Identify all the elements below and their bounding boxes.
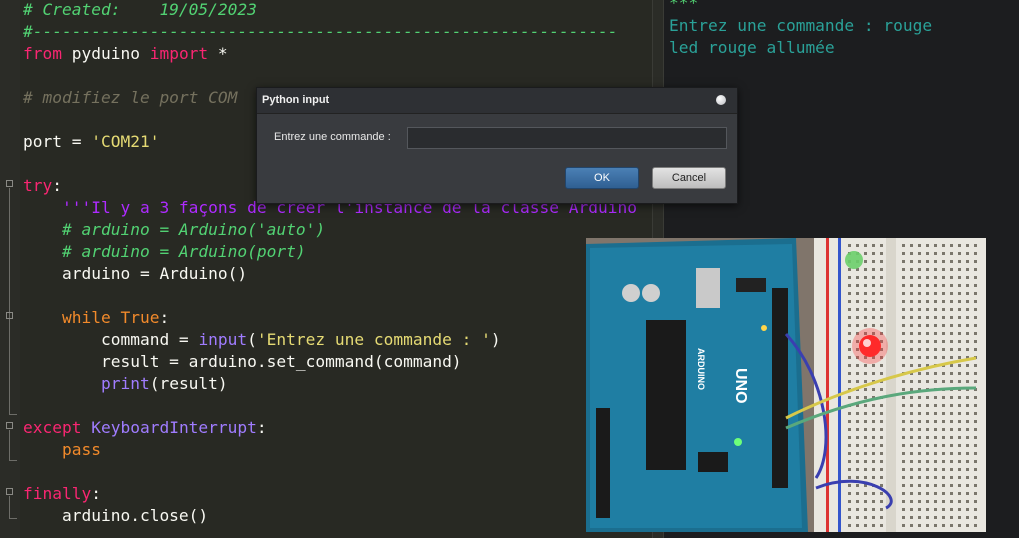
console-line-marker: ***: [669, 0, 699, 12]
keyword-pass: pass: [23, 440, 101, 459]
fold-guide-end: [9, 460, 17, 461]
close-icon[interactable]: [716, 95, 726, 105]
code-line-15: while True:: [23, 307, 637, 329]
code-line-17: result = arduino.set_command(command): [23, 351, 637, 373]
builtin-input: input: [198, 330, 248, 349]
comment-created: # Created: 19/05/2023: [23, 0, 257, 19]
fold-toggle-except[interactable]: [6, 422, 13, 429]
code-line-11: # arduino = Arduino('auto'): [23, 219, 637, 241]
keyword-true: True: [110, 308, 160, 327]
keyword-while: while: [23, 308, 111, 327]
port-string: 'COM21': [91, 132, 160, 151]
code-line-13: arduino = Arduino(): [23, 263, 637, 285]
colon: :: [52, 176, 62, 195]
python-input-dialog: Python input Entrez une commande : OK Ca…: [256, 87, 738, 204]
code-line-24: arduino.close(): [23, 505, 637, 527]
code-editor[interactable]: # Created: 19/05/2023 #------------------…: [0, 0, 652, 538]
port-assignment: port =: [23, 132, 92, 151]
uno-label: UNO: [732, 368, 749, 404]
comment-separator: #---------------------------------------…: [23, 22, 618, 41]
keyword-from: from: [23, 44, 62, 63]
fold-toggle-while[interactable]: [6, 312, 13, 319]
comment-port: # modifiez le port COM: [23, 88, 248, 107]
paren-close: ): [490, 330, 501, 349]
exception-class: KeyboardInterrupt: [81, 418, 257, 437]
fold-guide: [9, 430, 10, 460]
command-input[interactable]: [407, 127, 727, 149]
atmega-chip: [646, 320, 686, 470]
keyword-finally: finally: [23, 484, 92, 503]
comment-auto: # arduino = Arduino('auto'): [23, 220, 326, 239]
builtin-print: print: [23, 374, 150, 393]
arduino-photo: UNO ARDUINO: [586, 238, 986, 532]
paren-open: (: [247, 330, 257, 349]
fold-toggle-finally[interactable]: [6, 488, 13, 495]
fold-toggle-try[interactable]: [6, 180, 13, 187]
code-line-3: from pyduino import *: [23, 43, 637, 65]
code-line-21: pass: [23, 439, 637, 461]
fold-guide: [9, 188, 10, 414]
code-line-2: #---------------------------------------…: [23, 21, 637, 43]
code-line-1: # Created: 19/05/2023: [23, 0, 637, 21]
fold-guide: [9, 496, 10, 518]
cancel-button[interactable]: Cancel: [652, 167, 726, 189]
code-line-23: finally:: [23, 483, 637, 505]
fold-gutter: [0, 0, 20, 538]
comment-port-arg: # arduino = Arduino(port): [23, 242, 306, 261]
colon: :: [91, 484, 101, 503]
print-args: (result): [149, 374, 228, 393]
code-line-18: print(result): [23, 373, 637, 395]
red-led-lit: [852, 328, 888, 364]
keyword-import: import: [149, 44, 209, 63]
arduino-board: UNO ARDUINO: [586, 238, 808, 532]
colon: :: [159, 308, 170, 327]
green-led: [845, 251, 863, 269]
colon: :: [256, 418, 267, 437]
breadboard: [814, 238, 986, 532]
code-line-12: # arduino = Arduino(port): [23, 241, 637, 263]
arduino-instance: arduino = Arduino(): [23, 264, 248, 283]
fold-guide-end: [9, 518, 17, 519]
header-pins: [772, 288, 788, 488]
set-command-call: result = arduino.set_command(command): [23, 352, 462, 371]
dialog-title: Python input: [262, 94, 330, 106]
close-call: arduino.close(): [23, 506, 209, 525]
source-code[interactable]: # Created: 19/05/2023 #------------------…: [23, 0, 637, 527]
keyword-except: except: [23, 418, 82, 437]
prompt-label: Entrez une commande :: [274, 131, 391, 143]
arduino-label: ARDUINO: [696, 348, 706, 390]
module-name: pyduino: [61, 44, 150, 63]
prompt-string: 'Entrez une commande : ': [256, 330, 491, 349]
console-line-result: led rouge allumée: [669, 38, 835, 57]
ok-button[interactable]: OK: [565, 167, 639, 189]
code-line-16: command = input('Entrez une commande : '…: [23, 329, 637, 351]
dialog-titlebar[interactable]: Python input: [257, 88, 737, 114]
keyword-try: try: [23, 176, 53, 195]
import-star: *: [208, 44, 228, 63]
code-line-20: except KeyboardInterrupt:: [23, 417, 637, 439]
console-line-prompt: Entrez une commande : rouge: [669, 16, 933, 35]
fold-guide-end: [9, 414, 17, 415]
command-assignment: command =: [23, 330, 199, 349]
